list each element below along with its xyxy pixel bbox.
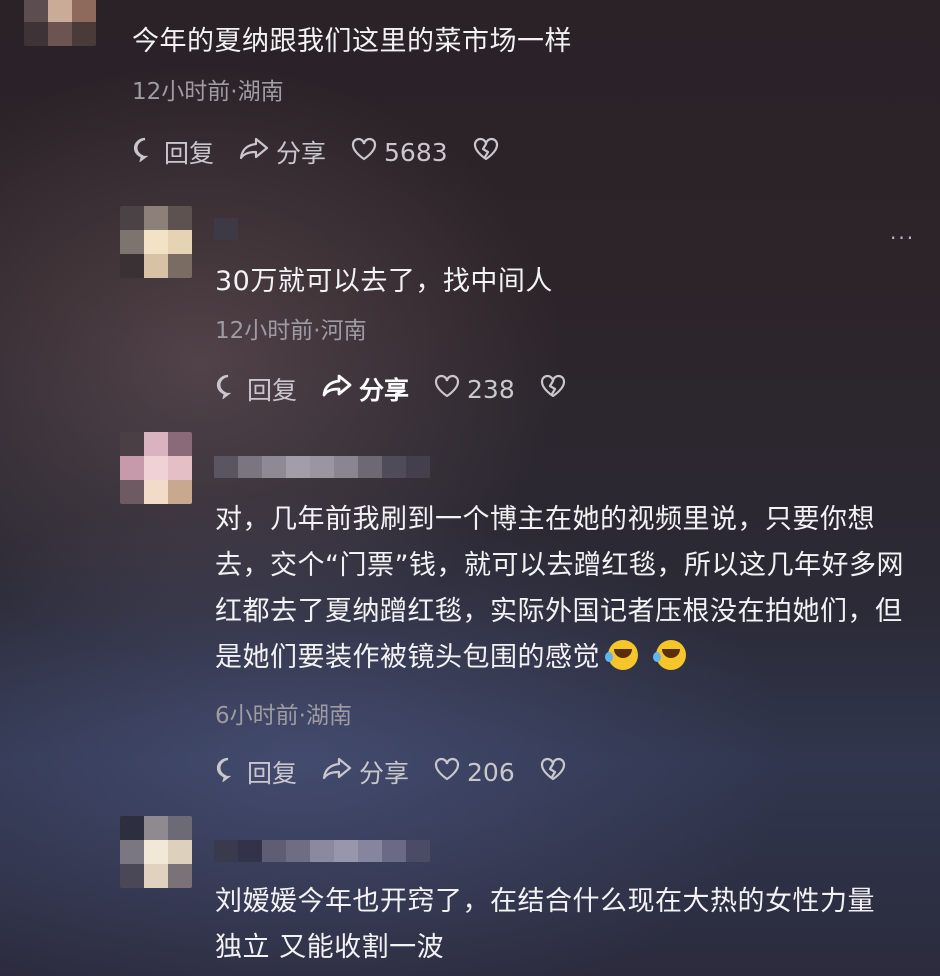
reply-button[interactable]: 回复 (215, 754, 297, 790)
avatar[interactable] (120, 816, 192, 888)
broken-heart-icon (472, 136, 506, 168)
dislike-button[interactable] (472, 136, 506, 168)
share-label: 分享 (359, 759, 410, 788)
heart-icon (433, 373, 467, 405)
like-count: 5683 (384, 137, 448, 167)
like-count: 238 (467, 374, 515, 404)
comment-text: 30万就可以去了，找中间人 (215, 266, 553, 297)
comment-actions: 回复 分享 206 (215, 754, 597, 790)
comment-actions: 回复 分享 5683 (132, 134, 530, 170)
comment-actions: 回复 分享 238 (215, 371, 597, 407)
share-arrow-icon (321, 756, 359, 788)
avatar[interactable] (24, 0, 96, 46)
share-button[interactable]: 分享 (238, 134, 326, 170)
comment-bubble-icon (215, 756, 247, 788)
reply-label: 回复 (247, 376, 298, 405)
username[interactable] (214, 218, 238, 240)
share-label: 分享 (276, 139, 327, 168)
more-options-button[interactable]: ··· (890, 226, 915, 250)
dislike-button[interactable] (539, 373, 573, 405)
broken-heart-icon (539, 373, 573, 405)
comment-meta: 12小时前·河南 (215, 318, 367, 344)
share-button[interactable]: 分享 (321, 371, 409, 407)
like-count: 206 (467, 757, 515, 787)
comment-body: 对，几年前我刷到一个博主在她的视频里说，只要你想去，交个“门票”钱，就可以去蹭红… (215, 504, 904, 673)
comment-meta: 6小时前·湖南 (215, 703, 352, 729)
comment-text: 今年的夏纳跟我们这里的菜市场一样 (132, 26, 572, 57)
share-label: 分享 (359, 376, 410, 405)
reply-button[interactable]: 回复 (132, 134, 214, 170)
avatar[interactable] (120, 206, 192, 278)
reply-button[interactable]: 回复 (215, 371, 297, 407)
dislike-button[interactable] (539, 756, 573, 788)
reply-label: 回复 (164, 139, 215, 168)
comment-text: 对，几年前我刷到一个博主在她的视频里说，只要你想去，交个“门票”钱，就可以去蹭红… (215, 497, 905, 681)
like-button[interactable]: 206 (433, 756, 515, 788)
rolling-laughing-emoji-icon (653, 640, 686, 670)
like-button[interactable]: 5683 (350, 136, 448, 168)
comment-bubble-icon (215, 373, 247, 405)
reply-label: 回复 (247, 759, 298, 788)
comment-meta: 12小时前·湖南 (132, 79, 284, 105)
share-button[interactable]: 分享 (321, 754, 409, 790)
username[interactable] (214, 840, 430, 862)
like-button[interactable]: 238 (433, 373, 515, 405)
heart-icon (350, 136, 384, 168)
username[interactable] (214, 456, 430, 478)
share-arrow-icon (321, 373, 359, 405)
comment-text: 刘嫒媛今年也开窍了，在结合什么现在大热的女性力量 独立 又能收割一波 (215, 886, 875, 963)
heart-icon (433, 756, 467, 788)
comment-bubble-icon (132, 136, 164, 168)
broken-heart-icon (539, 756, 573, 788)
avatar[interactable] (120, 432, 192, 504)
rolling-laughing-emoji-icon (605, 640, 638, 670)
share-arrow-icon (238, 136, 276, 168)
